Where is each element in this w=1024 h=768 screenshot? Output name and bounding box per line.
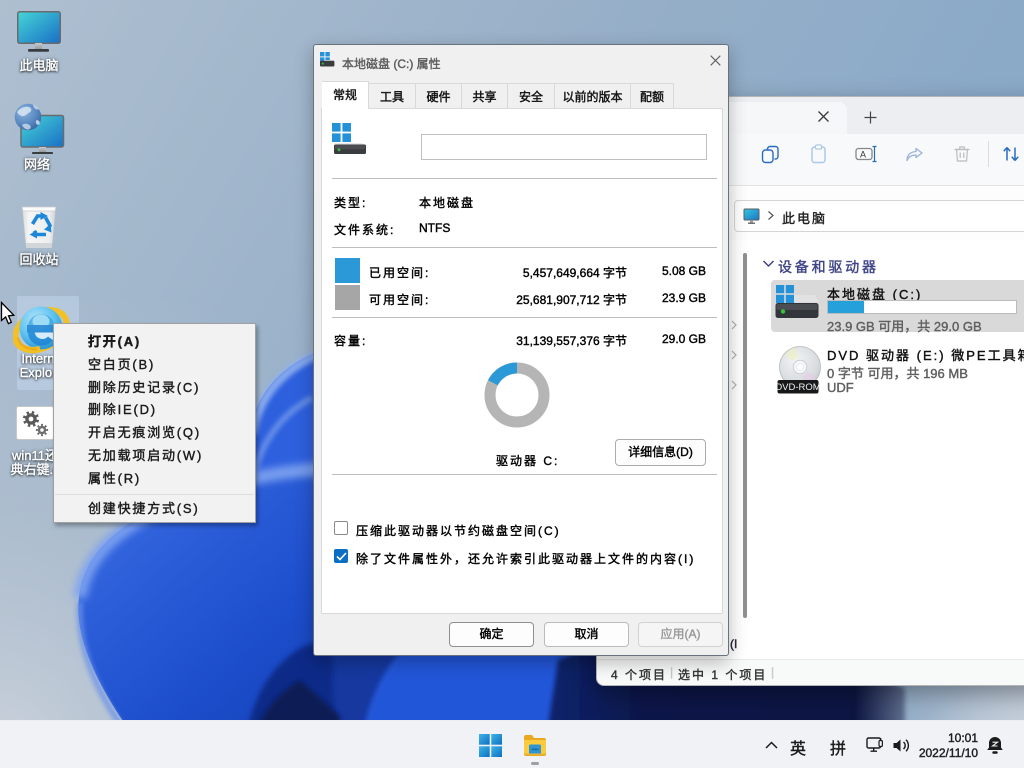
svg-text:A: A (860, 150, 866, 160)
svg-text:DVD-ROM: DVD-ROM (777, 382, 821, 393)
